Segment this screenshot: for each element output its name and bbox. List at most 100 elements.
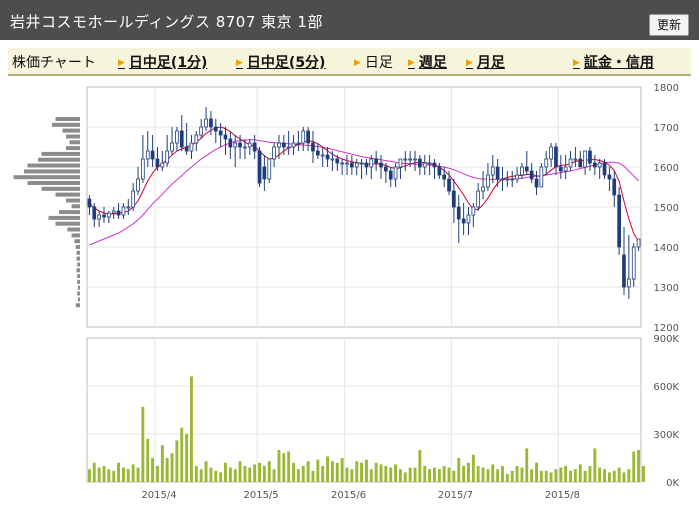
candle-body	[379, 162, 383, 168]
candle-body	[486, 174, 490, 188]
volume-bar	[612, 470, 616, 482]
candle-body	[184, 146, 189, 152]
volume-bar	[369, 469, 373, 482]
profile-bar	[76, 268, 80, 273]
candle-body	[544, 158, 549, 168]
profile-bar	[75, 303, 80, 308]
volume-bar	[471, 454, 475, 482]
candle-body	[97, 214, 101, 220]
volume-tick-label: 0K	[666, 478, 679, 489]
profile-bar	[69, 140, 80, 145]
volume-bar	[146, 438, 150, 482]
candle-body	[481, 186, 485, 192]
profile-bar	[55, 221, 80, 226]
candle-body	[233, 142, 238, 148]
volume-bar	[131, 464, 135, 482]
volume-bar	[165, 458, 169, 482]
candle-body	[174, 130, 179, 144]
candle-body	[617, 194, 622, 248]
candle-body	[583, 150, 588, 168]
candle-body	[170, 142, 174, 152]
volume-bar	[399, 469, 402, 482]
volume-bar	[598, 467, 602, 482]
volume-bar	[408, 467, 412, 482]
volume-bar	[102, 466, 106, 482]
volume-axis-labels: 900K 600K 300K 0K	[653, 334, 679, 489]
volume-bar	[608, 472, 611, 482]
candle-body	[330, 158, 335, 161]
candle-body	[408, 158, 413, 161]
candle-body	[107, 212, 111, 218]
candle-body	[588, 150, 592, 164]
volume-bar	[564, 466, 568, 482]
candle-body	[199, 126, 203, 136]
volume-bar	[642, 466, 645, 482]
candle-body	[325, 154, 330, 160]
profile-bar	[67, 227, 80, 232]
candle-body	[451, 190, 456, 208]
volume-bar	[544, 470, 548, 482]
volume-bar	[583, 470, 587, 482]
candle-body	[131, 190, 135, 208]
candle-body	[209, 118, 213, 128]
profile-bar	[77, 297, 80, 302]
candle-body	[447, 178, 451, 192]
candle-body	[345, 162, 349, 165]
profile-bar	[55, 117, 80, 121]
candle-body	[136, 178, 140, 192]
profile-bar	[76, 250, 80, 255]
profile-bar	[13, 175, 80, 180]
volume-bar	[141, 406, 145, 482]
candle-body	[417, 158, 422, 168]
volume-bar	[374, 462, 378, 482]
candle-body	[515, 174, 519, 180]
candle-body	[252, 142, 257, 152]
candle-body	[476, 190, 481, 208]
candle-body	[534, 178, 539, 188]
candle-body	[607, 174, 612, 180]
candle-body	[359, 162, 364, 165]
date-axis-labels: 2015/4 2015/5 2015/6 2015/7 2015/8	[141, 490, 580, 501]
candle-body	[388, 170, 393, 180]
candle-body	[194, 134, 199, 144]
price-tick-label: 1700	[654, 123, 679, 134]
date-tick-label: 2015/6	[331, 490, 366, 501]
volume-bar	[340, 458, 344, 482]
candle-body	[529, 170, 534, 180]
volume-bar	[151, 458, 154, 482]
candle-body	[413, 158, 417, 161]
candle-body	[189, 142, 194, 152]
candle-body	[306, 130, 311, 144]
volume-bar	[442, 466, 446, 482]
volume-bar	[603, 469, 606, 482]
volume-bar	[569, 470, 572, 482]
volume-bar	[428, 469, 431, 482]
candle-body	[456, 206, 461, 220]
candle-body	[437, 166, 442, 176]
volume-bar	[622, 472, 626, 482]
profile-bar	[66, 198, 80, 203]
volume-bar	[632, 451, 636, 482]
candle-body	[593, 162, 597, 168]
candle-body	[524, 166, 529, 172]
date-tick-label: 2015/4	[141, 490, 176, 501]
volume-bar	[243, 466, 247, 482]
candle-body	[121, 206, 126, 216]
candle-body	[505, 178, 510, 181]
volume-bar	[311, 470, 315, 482]
candle-body	[364, 162, 369, 168]
profile-bar	[27, 181, 80, 185]
volume-bar	[331, 461, 334, 482]
profile-bar	[59, 210, 80, 215]
candle-body	[612, 178, 617, 196]
volume-bar	[549, 472, 553, 482]
candle-body	[622, 254, 626, 288]
volume-bar	[525, 448, 529, 482]
profile-bar	[48, 215, 80, 220]
volume-bar	[452, 470, 456, 482]
volume-bar	[199, 469, 203, 482]
volume-bar	[272, 469, 276, 482]
volume-bar	[97, 467, 101, 482]
volume-bar	[214, 470, 218, 482]
volume-bar	[384, 466, 388, 482]
